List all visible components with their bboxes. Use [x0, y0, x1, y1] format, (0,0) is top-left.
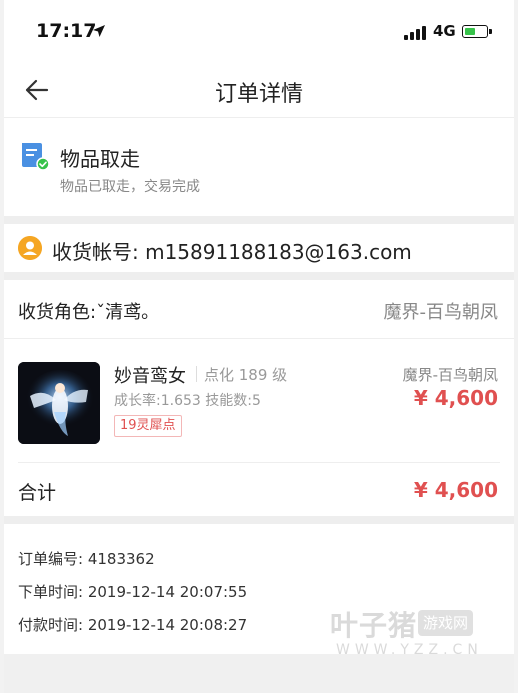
total-price: ¥ 4,600: [413, 478, 498, 502]
row-divider: [4, 338, 514, 339]
receiving-role-row: 收货角色:ˇ清鸢。 魔界-百鸟朝凤: [4, 280, 514, 336]
section-divider: [4, 272, 514, 280]
item-name: 妙音鸾女: [114, 366, 186, 387]
order-time: 下单时间: 2019-12-14 20:07:55: [18, 583, 248, 601]
level-separator: [196, 366, 197, 382]
nav-bar: 订单详情: [4, 62, 514, 118]
receiving-role: 收货角色:ˇ清鸢。: [18, 302, 160, 323]
network-label: 4G: [433, 22, 456, 40]
receiving-account: 收货帐号: m15891188183@163.com: [52, 240, 412, 264]
order-status-section: 物品取走 物品已取走，交易完成: [4, 118, 514, 216]
item-level: 点化 189 级: [204, 366, 288, 384]
role-server: 魔界-百鸟朝凤: [383, 302, 499, 323]
signal-icon: [404, 26, 428, 40]
section-divider: [4, 516, 514, 524]
total-row: 合计 ¥ 4,600: [4, 466, 514, 516]
order-detail-page: 17:17 4G 订单详情 物品取走 物品已取走，交易完成 收货帐号: m158…: [4, 0, 514, 693]
total-label: 合计: [18, 482, 57, 504]
row-divider: [18, 462, 500, 463]
page-title: 订单详情: [214, 82, 303, 107]
item-price: ¥ 4,600: [413, 386, 498, 410]
order-number: 订单编号: 4183362: [18, 550, 155, 568]
site-watermark: 叶子猪 游戏网 WWW.YZZ.CN: [330, 604, 490, 662]
order-item[interactable]: 妙音鸾女 点化 189 级 成长率:1.653 技能数:5 19灵犀点 魔界-百…: [4, 346, 514, 456]
status-bar: 17:17 4G: [4, 0, 514, 62]
item-server: 魔界-百鸟朝凤: [402, 366, 498, 384]
section-divider: [4, 216, 514, 224]
item-stats: 成长率:1.653 技能数:5: [114, 393, 261, 409]
item-image: [18, 362, 100, 444]
order-status-title: 物品取走: [60, 147, 140, 171]
user-icon: [18, 236, 42, 260]
item-tag: 19灵犀点: [114, 415, 182, 437]
order-status-subtitle: 物品已取走，交易完成: [60, 179, 200, 195]
status-time: 17:17: [36, 20, 97, 42]
receipt-check-icon: [22, 143, 50, 171]
battery-icon: [462, 25, 492, 38]
payment-time: 付款时间: 2019-12-14 20:08:27: [18, 616, 248, 634]
watermark-main: 叶子猪: [330, 609, 418, 642]
watermark-badge: 游戏网: [418, 610, 474, 636]
location-arrow-icon: [93, 25, 105, 37]
receiving-account-row: 收货帐号: m15891188183@163.com: [4, 224, 514, 272]
watermark-url: WWW.YZZ.CN: [336, 642, 483, 658]
